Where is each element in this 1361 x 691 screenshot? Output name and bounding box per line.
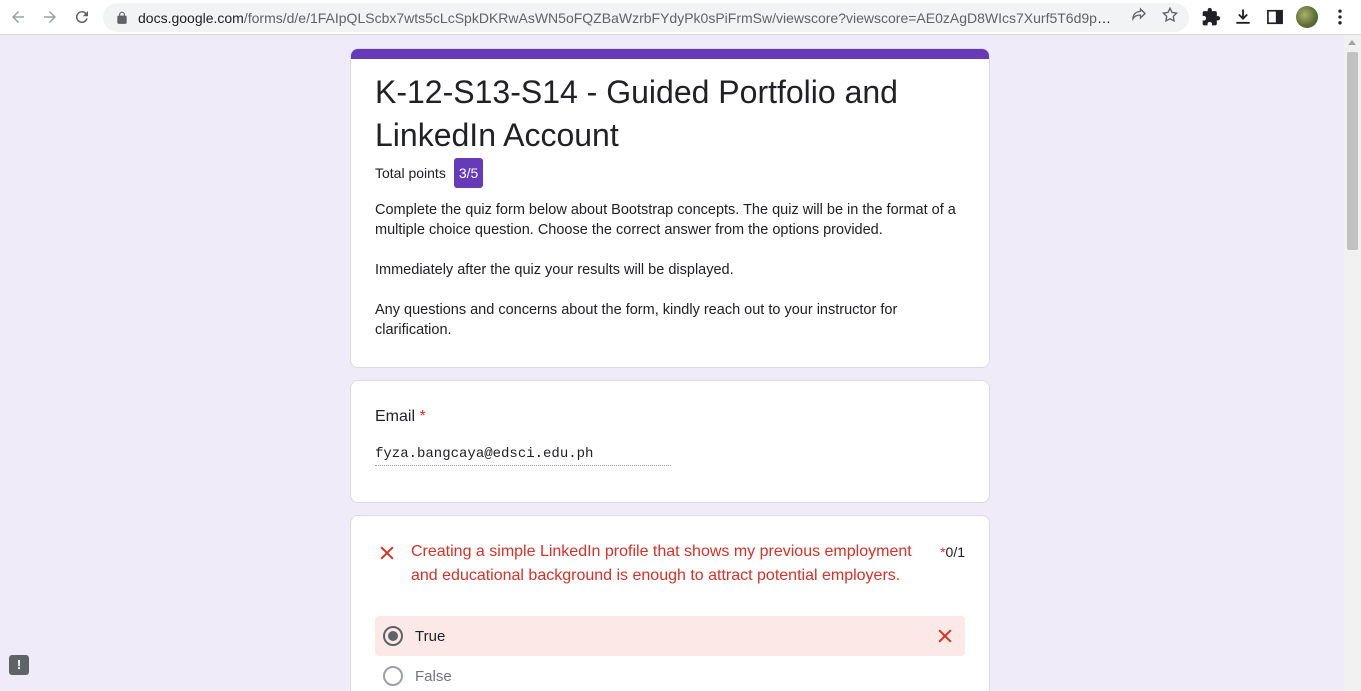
total-points-label: Total points (375, 165, 446, 181)
email-value: fyza.bangcaya@edsci.edu.ph (375, 446, 671, 466)
incorrect-x-icon (380, 546, 394, 560)
scroll-up-arrow[interactable] (1348, 40, 1356, 45)
option-label: True (415, 627, 446, 645)
share-icon[interactable] (1130, 6, 1148, 24)
email-label-text: Email (375, 408, 416, 425)
description-paragraph: Complete the quiz form below about Boots… (375, 202, 956, 238)
scrollbar-thumb[interactable] (1347, 52, 1358, 250)
side-panel-icon[interactable] (1265, 7, 1285, 27)
wrong-answer-x-icon (938, 629, 952, 643)
question-score: *0/1 (940, 544, 965, 560)
form-header-card: K-12-S13-S14 - Guided Portfolio and Link… (350, 48, 990, 368)
url-domain: docs.google.com (138, 9, 244, 26)
question-score-value: 0/1 (945, 544, 965, 560)
email-label: Email * (375, 408, 426, 426)
option-true: True (375, 616, 965, 656)
back-icon[interactable] (2, 1, 34, 33)
bookmark-star-icon[interactable] (1161, 6, 1179, 24)
extensions-icon[interactable] (1201, 7, 1221, 27)
form-title: K-12-S13-S14 - Guided Portfolio and Link… (375, 74, 898, 153)
question-card: Creating a simple LinkedIn profile that … (350, 515, 990, 691)
score-badge: 3/5 (453, 158, 484, 188)
option-false: False (375, 656, 965, 691)
lock-icon[interactable] (115, 11, 129, 25)
description-paragraph: Any questions and concerns about the for… (375, 302, 898, 338)
report-feedback-icon[interactable]: ! (9, 655, 29, 675)
url-path: /forms/d/e/1FAIpQLScbx7wts5cLcSpkDKRwAsW… (243, 9, 1113, 26)
forward-icon[interactable] (34, 1, 66, 33)
description-paragraph: Immediately after the quiz your results … (375, 262, 734, 278)
radio-unselected (383, 666, 403, 686)
profile-avatar[interactable] (1296, 6, 1318, 28)
download-icon[interactable] (1233, 7, 1253, 27)
form-description: Complete the quiz form below about Boots… (375, 200, 965, 360)
menu-kebab-icon[interactable] (1330, 7, 1350, 27)
accent-bar (351, 49, 989, 59)
reload-icon[interactable] (66, 1, 98, 33)
url-text[interactable]: docs.google.com/forms/d/e/1FAIpQLScbx7wt… (138, 10, 1113, 26)
address-bar[interactable]: docs.google.com/forms/d/e/1FAIpQLScbx7wt… (103, 3, 1189, 32)
required-asterisk: * (419, 408, 426, 425)
radio-selected (383, 626, 403, 646)
scrollbar[interactable] (1344, 36, 1361, 691)
total-points: Total points 3/5 (375, 158, 484, 188)
email-card: Email * fyza.bangcaya@edsci.edu.ph (350, 380, 990, 503)
question-text: Creating a simple LinkedIn profile that … (411, 543, 912, 584)
option-label: False (415, 667, 452, 685)
